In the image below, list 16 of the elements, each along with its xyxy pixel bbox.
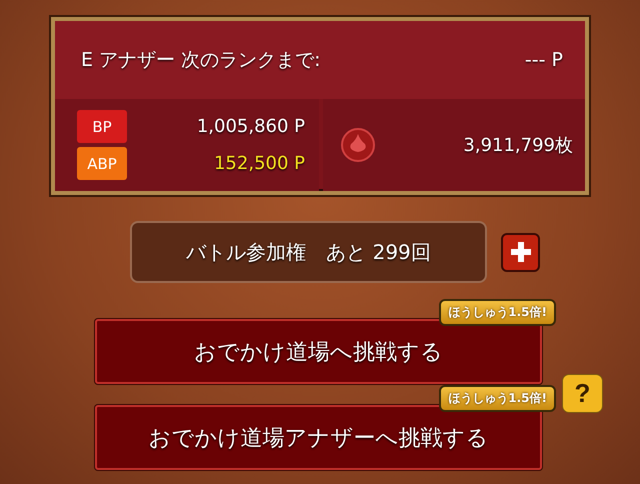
bp-value: 1,005,860 P — [196, 116, 305, 137]
coin-count: 3,911,799枚 — [463, 134, 573, 157]
battle-ticket-count: バトル参加権 あと 299回 — [130, 221, 487, 283]
reward-bonus-tag: ほうしゅう1.5倍! — [439, 385, 556, 412]
rank-label: E アナザー 次のランクまで: — [81, 48, 320, 73]
challenge-button[interactable]: おでかけ道場へ挑戦する — [95, 319, 542, 384]
rank-points: --- P — [524, 49, 563, 71]
plus-icon — [510, 241, 532, 263]
add-button[interactable] — [501, 232, 540, 272]
reward-bonus-tag: ほうしゅう1.5倍! — [439, 299, 556, 326]
slime-coin-icon — [341, 128, 375, 162]
challenge-button[interactable]: おでかけ道場アナザーへ挑戦する — [95, 405, 542, 470]
abp-badge: ABP — [77, 147, 127, 180]
bp-badge: BP — [77, 110, 127, 143]
help-button[interactable]: ? — [562, 374, 603, 413]
abp-value: 152,500 P — [214, 153, 305, 174]
